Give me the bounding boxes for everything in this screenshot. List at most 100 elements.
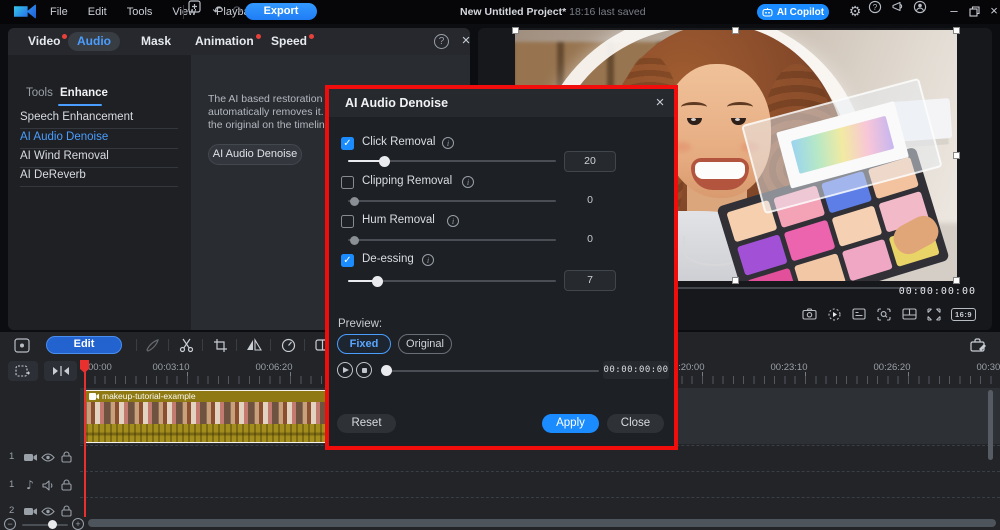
preview-zoom-icon[interactable]: [876, 306, 893, 322]
holographic-strip: [790, 115, 895, 174]
list-item-speech-enhancement[interactable]: Speech Enhancement: [20, 111, 180, 123]
preview-timecode: 00:00:00:00: [898, 286, 976, 297]
hum-removal-info-icon[interactable]: i: [447, 215, 459, 227]
menu-file[interactable]: File: [40, 0, 78, 24]
draw-pen-icon[interactable]: [142, 336, 162, 354]
hum-removal-slider[interactable]: [348, 235, 556, 245]
click-removal-value[interactable]: 20: [564, 151, 616, 172]
record-options-icon[interactable]: [12, 336, 32, 354]
import-media-icon[interactable]: [188, 0, 208, 24]
list-item-ai-dereverb[interactable]: AI DeReverb: [20, 169, 180, 181]
list-item-ai-audio-denoise[interactable]: AI Audio Denoise: [20, 131, 180, 143]
click-removal-slider[interactable]: [348, 155, 556, 167]
close-window-button[interactable]: ×: [984, 0, 1000, 24]
timeline-vertical-scrollbar[interactable]: [988, 390, 993, 460]
tab-mask[interactable]: Mask: [141, 28, 171, 55]
click-removal-info-icon[interactable]: i: [442, 137, 454, 149]
panel-close-icon[interactable]: ×: [457, 32, 470, 50]
panel-help-icon[interactable]: ?: [434, 34, 449, 49]
selection-handle-top-right[interactable]: [953, 27, 960, 34]
playhead-line[interactable]: [84, 360, 86, 517]
track-lock-icon[interactable]: [58, 478, 74, 492]
apply-button[interactable]: Apply: [542, 414, 599, 433]
de-essing-slider[interactable]: [348, 275, 556, 287]
track-number: 1: [9, 451, 15, 462]
toolbar-divider: [136, 339, 137, 351]
speed-badge-dot: [309, 34, 315, 39]
track-lock-icon[interactable]: [58, 504, 74, 518]
crop-icon[interactable]: [210, 336, 230, 354]
preview-stop-button[interactable]: [356, 362, 372, 378]
reset-button[interactable]: Reset: [337, 414, 396, 433]
hum-removal-slider-thumb[interactable]: [350, 235, 359, 245]
snapshot-camera-icon[interactable]: [801, 306, 818, 322]
announcement-icon[interactable]: [891, 0, 911, 24]
playback-quality-icon[interactable]: [851, 306, 868, 322]
de-essing-checkbox[interactable]: ✓: [341, 254, 354, 267]
settings-gear-icon[interactable]: ⚙: [845, 0, 865, 24]
de-essing-value[interactable]: 7: [564, 270, 616, 291]
maximize-button[interactable]: [964, 0, 984, 24]
cut-scissors-icon[interactable]: [176, 336, 196, 354]
click-removal-slider-thumb[interactable]: [379, 155, 390, 167]
tab-animation[interactable]: Animation: [195, 28, 261, 55]
preview-play-button[interactable]: [337, 362, 353, 378]
track-lock-icon[interactable]: [58, 450, 74, 464]
preview-fixed-button[interactable]: Fixed: [337, 334, 391, 354]
help-icon[interactable]: ?: [868, 0, 888, 24]
track-visibility-eye-icon[interactable]: [40, 504, 56, 518]
mirror-flip-icon[interactable]: [244, 336, 264, 354]
split-screen-icon[interactable]: [901, 306, 918, 322]
close-button[interactable]: Close: [607, 414, 664, 433]
de-essing-info-icon[interactable]: i: [422, 254, 434, 266]
clipping-removal-info-icon[interactable]: i: [462, 176, 474, 188]
subtab-enhance[interactable]: Enhance: [60, 87, 108, 99]
dialog-close-icon[interactable]: ×: [651, 94, 669, 112]
menu-edit[interactable]: Edit: [78, 0, 117, 24]
minimize-button[interactable]: –: [944, 0, 964, 24]
selection-handle-top-left[interactable]: [512, 27, 519, 34]
account-icon[interactable]: [913, 0, 933, 24]
render-preview-icon[interactable]: [826, 306, 843, 322]
preview-progress-slider[interactable]: [381, 370, 599, 372]
clipping-removal-slider-thumb[interactable]: [350, 196, 359, 206]
tab-audio[interactable]: Audio: [68, 32, 120, 51]
panel-tab-bar: Video Audio Mask Animation Speed ? ×: [8, 28, 470, 55]
list-item-ai-wind-removal[interactable]: AI Wind Removal: [20, 150, 180, 162]
ai-audio-denoise-button[interactable]: AI Audio Denoise: [208, 144, 302, 165]
selection-handle-bottom-right[interactable]: [953, 277, 960, 284]
clipping-removal-checkbox[interactable]: [341, 176, 354, 189]
eyebrow-right: [727, 102, 753, 112]
clipping-removal-slider[interactable]: [348, 196, 556, 206]
undo-icon[interactable]: ↶: [208, 0, 228, 24]
add-marker-button[interactable]: [8, 361, 38, 381]
speed-gauge-icon[interactable]: [278, 336, 298, 354]
fullscreen-icon[interactable]: [926, 306, 943, 322]
aspect-ratio-badge[interactable]: 16:9: [950, 307, 976, 321]
de-essing-slider-thumb[interactable]: [372, 275, 383, 287]
tab-video[interactable]: Video: [28, 28, 68, 55]
hum-removal-checkbox[interactable]: [341, 215, 354, 228]
preview-progress-thumb[interactable]: [381, 365, 392, 376]
selection-handle-top-mid[interactable]: [732, 27, 739, 34]
preview-original-button[interactable]: Original: [398, 334, 452, 354]
selection-handle-right-mid[interactable]: [953, 152, 960, 159]
selection-handle-bottom-mid[interactable]: [732, 277, 739, 284]
ai-copilot-button[interactable]: AI Copilot: [757, 4, 829, 20]
menu-tools[interactable]: Tools: [117, 0, 163, 24]
tab-speed[interactable]: Speed: [271, 28, 315, 55]
export-button[interactable]: Export: [245, 3, 317, 20]
subtab-tools[interactable]: Tools: [26, 87, 53, 99]
eyebrow-left: [681, 102, 707, 112]
clipping-removal-label: Clipping Removal: [362, 175, 453, 187]
track-separator: [80, 471, 1000, 472]
split-clip-button[interactable]: [44, 361, 77, 381]
click-removal-checkbox[interactable]: ✓: [341, 137, 354, 150]
track-mute-speaker-icon[interactable]: [40, 478, 56, 492]
edit-mode-button[interactable]: Edit: [46, 336, 122, 354]
track-visibility-eye-icon[interactable]: [40, 450, 56, 464]
preview-section-label: Preview:: [338, 318, 383, 330]
hum-removal-label: Hum Removal: [362, 214, 435, 226]
timeline-horizontal-scrollbar[interactable]: [88, 519, 996, 527]
toolbox-icon[interactable]: [968, 336, 988, 354]
